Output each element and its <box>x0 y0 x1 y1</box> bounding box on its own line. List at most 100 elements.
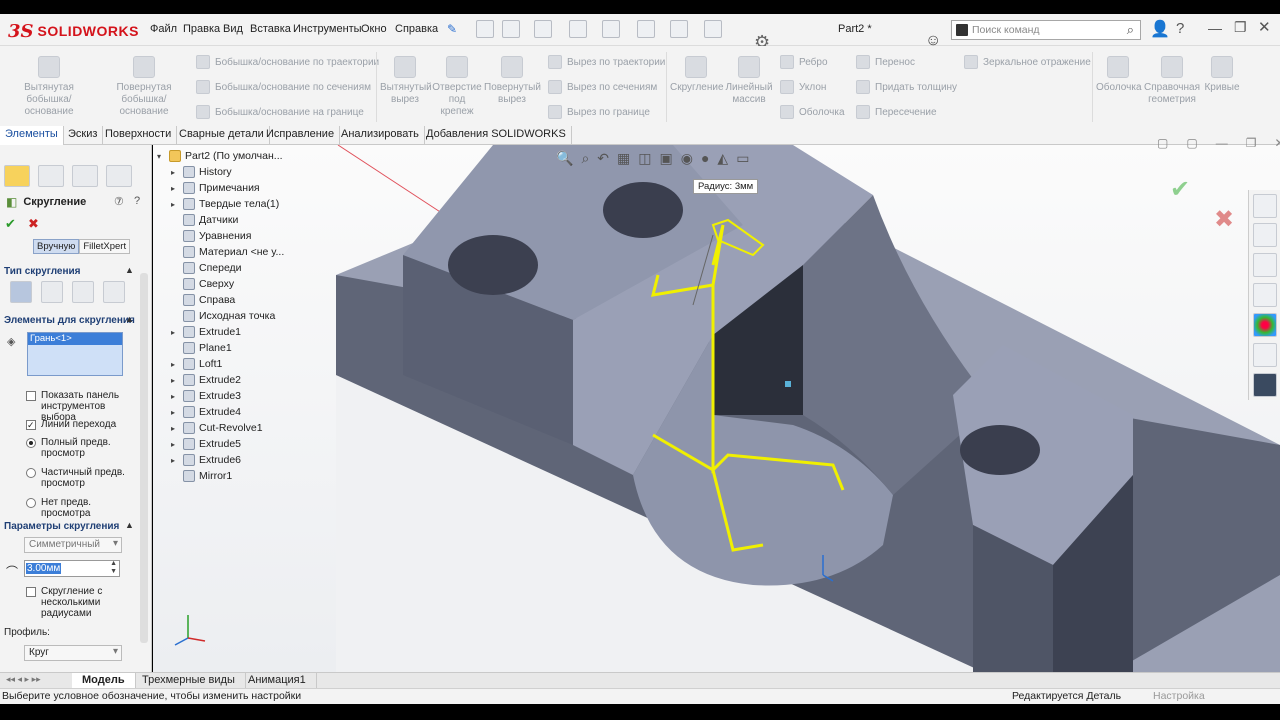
command-search-input[interactable]: Поиск команд ⌕ <box>951 20 1141 40</box>
full-round-fillet-icon[interactable] <box>103 281 125 303</box>
viewport-close-icon[interactable]: ✕ <box>1274 136 1280 150</box>
expand-icon[interactable]: ▸ <box>171 456 179 465</box>
help-icon-2[interactable]: ? <box>134 195 140 207</box>
design-library-icon[interactable] <box>1253 223 1277 247</box>
shell-button[interactable]: Оболочка <box>1096 56 1142 94</box>
menu-edit[interactable]: Правка <box>183 23 220 35</box>
boundary-cut-button[interactable]: Вырез по границе <box>548 105 650 119</box>
tab-3d-views[interactable]: Трехмерные виды <box>132 673 246 689</box>
expand-icon[interactable]: ▸ <box>171 360 179 369</box>
zoom-area-icon[interactable]: ⌕ <box>581 150 589 167</box>
tree-item[interactable]: ▸ Твердые тела(1) <box>171 198 279 210</box>
zoom-to-fit-icon[interactable]: 🔍 <box>556 150 573 167</box>
tab-evaluate[interactable]: Анализировать <box>336 126 425 145</box>
swept-cut-button[interactable]: Вырез по траектории <box>548 55 665 69</box>
tab-repair[interactable]: Исправление <box>261 126 341 145</box>
section-fillet-type[interactable]: Тип скругления <box>4 266 81 277</box>
expand-icon[interactable]: ▸ <box>171 168 179 177</box>
tree-item[interactable]: Mirror1 <box>171 470 232 482</box>
option-radio[interactable] <box>26 468 36 478</box>
appearances-icon[interactable] <box>1253 313 1277 337</box>
tree-item[interactable]: ▸ Extrude2 <box>171 374 241 386</box>
hide-show-icon[interactable]: ◉ <box>681 150 693 167</box>
expand-icon[interactable]: ▸ <box>171 376 179 385</box>
view-orientation-icon[interactable]: ◫ <box>638 150 651 167</box>
section-view-icon[interactable]: ▦ <box>617 150 630 167</box>
open-folder-icon[interactable] <box>534 20 552 38</box>
extruded-boss-button[interactable]: Вытянутая бобышка/основание <box>4 56 94 118</box>
spin-arrows-icon[interactable]: ▲ ▼ <box>110 560 117 576</box>
tree-item[interactable]: Уравнения <box>171 230 251 242</box>
tree-item[interactable]: ▸ Extrude4 <box>171 406 241 418</box>
restore-icon[interactable]: ❐ <box>1234 19 1247 36</box>
tree-item[interactable]: Спереди <box>171 262 242 274</box>
viewport-minimize-icon[interactable]: — <box>1216 136 1228 150</box>
home-task-icon[interactable] <box>1253 194 1277 218</box>
expand-icon[interactable]: ▸ <box>171 200 179 209</box>
expand-icon[interactable]: ▸ <box>171 408 179 417</box>
new-document-icon[interactable] <box>502 20 520 38</box>
option-radio[interactable] <box>26 498 36 508</box>
collapse-section-icon[interactable]: ▲ <box>125 314 134 324</box>
tree-item[interactable]: ▸ Cut-Revolve1 <box>171 422 263 434</box>
viewport-expand-icon[interactable]: ▢ <box>1157 136 1168 150</box>
fillet-method-dropdown[interactable]: Симметричный ▾ <box>24 537 122 553</box>
help-icon[interactable]: ? <box>1176 20 1184 37</box>
scene-icon[interactable]: ◭ <box>717 150 728 167</box>
tab-scroll-icons[interactable]: ◂◂ ◂ ▸ ▸▸ <box>6 674 41 685</box>
viewport-restore-icon[interactable]: ❐ <box>1246 136 1257 150</box>
tree-item[interactable]: ▸ Extrude5 <box>171 438 241 450</box>
expand-icon[interactable]: ▸ <box>171 328 179 337</box>
dimxpert-tab-icon[interactable] <box>106 165 132 187</box>
collapse-section-icon[interactable]: ▲ <box>125 265 134 275</box>
radius-input[interactable]: 3.00мм ▲ ▼ <box>24 560 120 577</box>
featuremanager-tab-icon[interactable] <box>4 165 30 187</box>
mode-manual-tab[interactable]: Вручную <box>33 239 80 254</box>
collapse-section-icon[interactable]: ▲ <box>125 520 134 530</box>
previous-view-icon[interactable]: ↶ <box>597 150 609 167</box>
confirm-ok-icon[interactable]: ✔ <box>1170 175 1190 204</box>
tree-item[interactable]: Исходная точка <box>171 310 275 322</box>
tab-sketch[interactable]: Эскиз <box>63 126 104 145</box>
lofted-boss-button[interactable]: Бобышка/основание по сечениям <box>196 80 371 94</box>
thicken-button[interactable]: Придать толщину <box>856 80 957 94</box>
confirm-cancel-icon[interactable]: ✖ <box>1214 205 1234 234</box>
menu-window[interactable]: Окно <box>361 23 387 35</box>
multi-radius-checkbox[interactable] <box>26 587 36 597</box>
shell-small-button[interactable]: Оболочка <box>780 105 845 119</box>
appearance-icon[interactable]: ● <box>701 150 709 167</box>
selection-list[interactable]: Грань<1> <box>27 332 123 376</box>
tree-item[interactable]: ▸ Extrude6 <box>171 454 241 466</box>
variable-size-fillet-icon[interactable] <box>41 281 63 303</box>
user-icon[interactable]: 👤 <box>1150 19 1170 39</box>
home-icon[interactable] <box>476 20 494 38</box>
expand-icon[interactable]: ▸ <box>171 392 179 401</box>
face-fillet-icon[interactable] <box>72 281 94 303</box>
file-explorer-icon[interactable] <box>1253 253 1277 277</box>
print-icon[interactable] <box>602 20 620 38</box>
solidworks-resources-icon[interactable] <box>1253 373 1277 397</box>
rib-button[interactable]: Ребро <box>780 55 828 69</box>
radius-callout[interactable]: Радиус: 3мм <box>693 179 759 194</box>
multi-radius-option[interactable]: Скругление с несколькими радиусами <box>26 586 126 619</box>
tree-item[interactable]: Справа <box>171 294 235 306</box>
fillet-button[interactable]: Скругление <box>670 56 724 94</box>
tree-item[interactable]: Материал <не у... <box>171 246 284 258</box>
expand-icon[interactable]: ▸ <box>171 424 179 433</box>
tree-item[interactable]: ▸ Extrude3 <box>171 390 241 402</box>
option-radio[interactable] <box>26 438 36 448</box>
tab-animation[interactable]: Анимация1 <box>238 673 317 689</box>
tree-item[interactable]: Датчики <box>171 214 238 226</box>
close-icon[interactable]: ✕ <box>1258 18 1271 36</box>
pin-icon[interactable]: ✎ <box>447 22 457 36</box>
save-icon[interactable] <box>569 20 587 38</box>
propertymanager-tab-icon[interactable] <box>38 165 64 187</box>
menu-file[interactable]: Файл <box>150 23 177 35</box>
tree-item[interactable]: ▸ Extrude1 <box>171 326 241 338</box>
wrap-button[interactable]: Перенос <box>856 55 915 69</box>
select-arrow-icon[interactable] <box>670 20 688 38</box>
linear-pattern-button[interactable]: Линейный массив <box>724 56 774 106</box>
section-fillet-params[interactable]: Параметры скругления <box>4 521 119 532</box>
intersect-button[interactable]: Пересечение <box>856 105 937 119</box>
pm-option[interactable]: Частичный предв. просмотр <box>26 467 130 489</box>
